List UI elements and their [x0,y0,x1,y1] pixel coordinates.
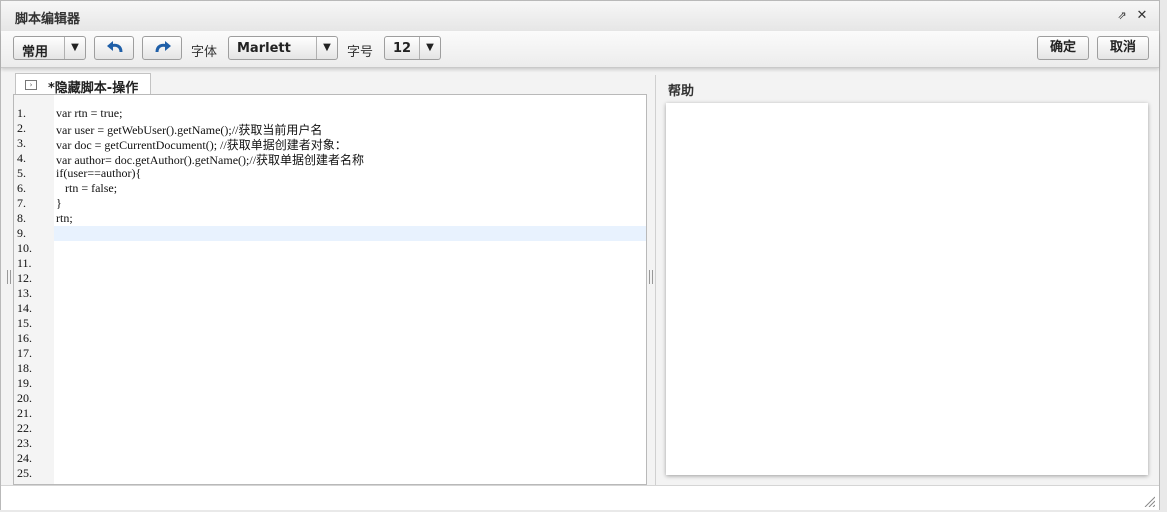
close-icon[interactable]: ✕ [1135,9,1149,23]
line-number: 4. [17,151,26,165]
toolbar: 常用 ▼ 字体 Marlett ▼ 字号 12 ▼ 确定 取消 [1,31,1159,68]
window-title: 脚本编辑器 [15,12,81,27]
ok-button[interactable]: 确定 [1037,36,1089,60]
line-number: 14. [17,301,32,315]
line-number: 15. [17,316,32,330]
chevron-down-icon[interactable]: ▼ [316,37,337,59]
line-number: 12. [17,271,32,285]
chevron-down-icon[interactable]: ▼ [64,37,85,59]
line-number: 6. [17,181,26,195]
resize-grip-icon[interactable] [1143,495,1155,507]
line-number: 24. [17,451,32,465]
line-number: 23. [17,436,32,450]
font-select-value: Marlett [237,41,291,56]
tab-hidden-script[interactable]: › *隐藏脚本-操作 [15,73,151,96]
line-number: 5. [17,166,26,180]
code-editor[interactable]: 1. 2. 3. 4. 5. 6. 7. 8. 9. 10. 11. 12. 13. 14. 15. 16. 1… [13,94,647,485]
help-title: 帮助 [668,84,695,99]
line-number: 2. [17,121,26,135]
size-label: 字号 [347,45,374,60]
font-select[interactable]: Marlett ▼ [228,36,338,60]
line-number: 19. [17,376,32,390]
line-number: 13. [17,286,32,300]
line-number: 7. [17,196,26,210]
code-line: var rtn = true; [56,106,123,120]
mode-select-value: 常用 [22,45,49,60]
title-bar: 脚本编辑器 ⇗ ✕ [1,1,1159,32]
pane-splitter-handle[interactable] [649,270,653,284]
size-select[interactable]: 12 ▼ [384,36,441,60]
line-number: 16. [17,331,32,345]
help-pane: 帮助 [655,75,1162,485]
code-line: rtn; [56,211,73,225]
current-line-highlight [54,226,646,241]
chevron-down-icon[interactable]: ▼ [419,37,440,59]
line-number: 17. [17,346,32,360]
line-number: 20. [17,391,32,405]
undo-button[interactable] [94,36,134,60]
code-line: if(user==author){ [56,166,142,180]
script-editor-window: 脚本编辑器 ⇗ ✕ 常用 ▼ 字体 Marlett ▼ 字号 12 ▼ 确定 取… [0,0,1160,510]
line-number: 11. [17,256,32,270]
font-label: 字体 [191,45,218,60]
code-line: rtn = false; [56,181,118,195]
redo-icon [155,41,171,53]
line-number: 1. [17,106,26,120]
editor-pane: › *隐藏脚本-操作 1. 2. 3. 4. 5. 6. 7. 8. 9. 10. 11. 12. 13… [13,73,647,485]
status-bar [1,485,1159,510]
line-number: 18. [17,361,32,375]
line-number: 9. [17,226,26,240]
line-number: 10. [17,241,32,255]
cancel-button[interactable]: 取消 [1097,36,1149,60]
size-select-value: 12 [393,41,412,56]
help-content [666,103,1148,475]
undo-icon [107,41,123,53]
script-icon: › [25,80,37,90]
line-number: 25. [17,466,32,480]
line-number: 8. [17,211,26,225]
line-number: 3. [17,136,26,150]
redo-button[interactable] [142,36,182,60]
popout-icon[interactable]: ⇗ [1115,9,1129,23]
line-number: 22. [17,421,32,435]
left-splitter-handle[interactable] [7,270,11,284]
code-line: } [56,196,62,210]
mode-select[interactable]: 常用 ▼ [13,36,86,60]
line-number: 21. [17,406,32,420]
